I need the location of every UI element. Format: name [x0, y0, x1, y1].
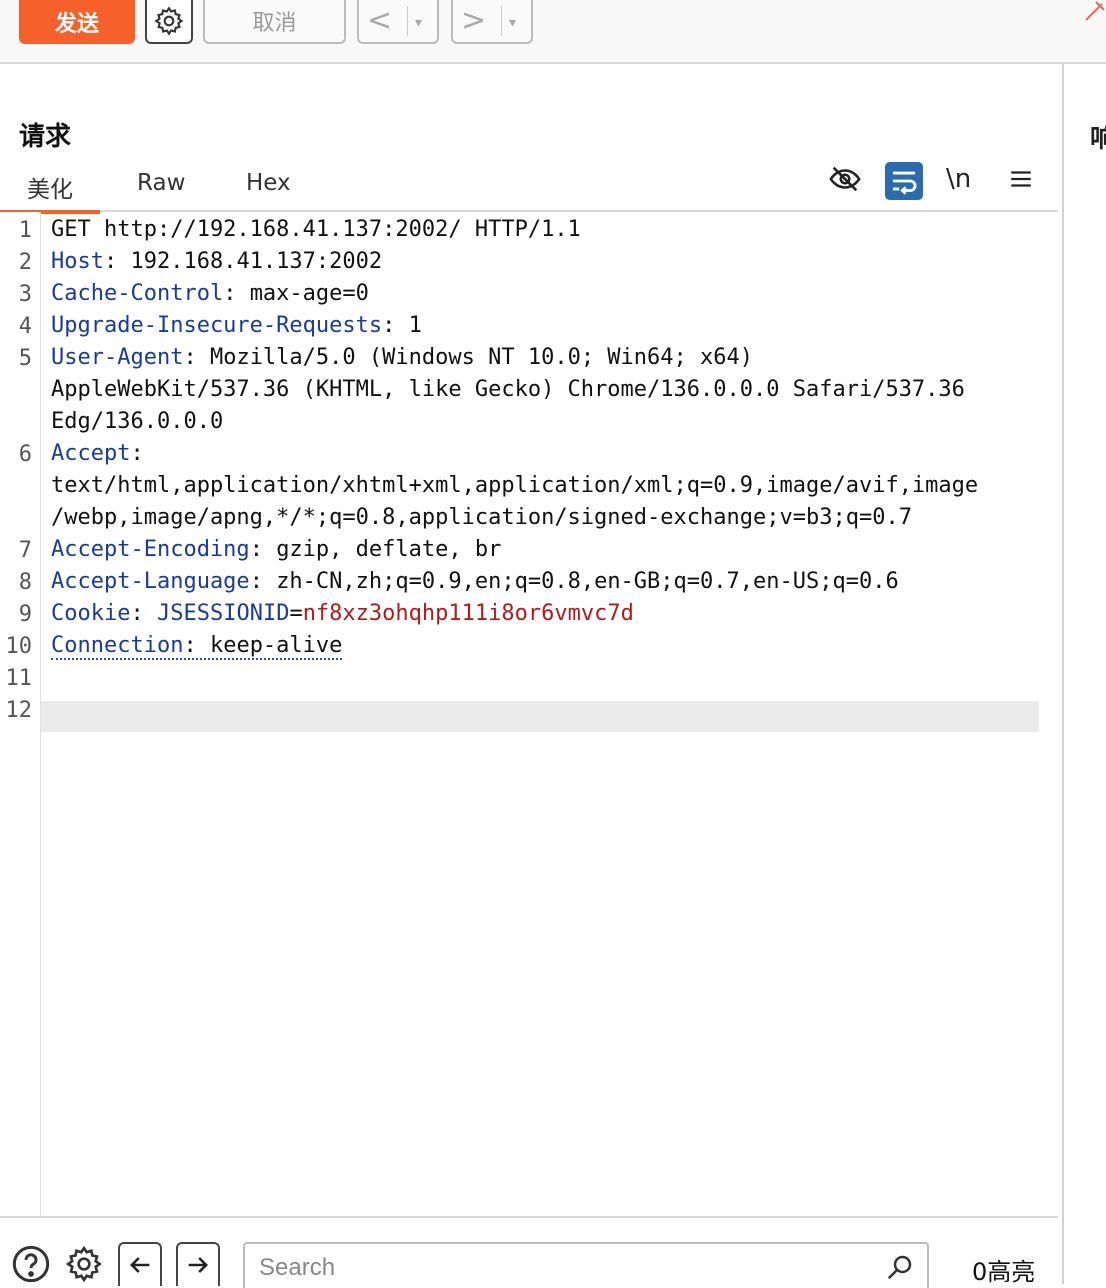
line-number: 7 — [18, 538, 32, 563]
help-icon[interactable] — [11, 1244, 51, 1284]
bottom-search-bar: 0高亮 — [0, 1216, 1058, 1288]
line-number: 5 — [18, 346, 32, 371]
line-number: 4 — [18, 314, 32, 339]
send-button[interactable]: 发送 — [19, 0, 135, 44]
gear-icon[interactable] — [64, 1244, 104, 1284]
search-icon[interactable] — [885, 1252, 915, 1282]
current-line-highlight — [41, 701, 1039, 732]
search-input[interactable] — [257, 1250, 871, 1286]
dropdown-arrow-icon[interactable]: ▾ — [415, 4, 422, 42]
history-back-button[interactable]: < ▾ — [357, 0, 439, 44]
next-match-button[interactable] — [176, 1242, 220, 1286]
tab-raw[interactable]: Raw — [137, 170, 185, 196]
header-continuation: AppleWebKit/537.36 (KHTML, like Gecko) C… — [51, 377, 965, 402]
line-number: 6 — [18, 442, 32, 467]
tab-pretty[interactable]: 美化 — [0, 170, 100, 214]
line-number: 8 — [18, 570, 32, 595]
history-forward-button[interactable]: > ▾ — [451, 0, 533, 44]
header-name: Upgrade-Insecure-Requests — [51, 313, 383, 338]
header-line: Accept: — [51, 441, 144, 466]
line-number: 9 — [18, 602, 32, 627]
line-number: 12 — [5, 698, 33, 723]
header-name: User-Agent — [51, 345, 184, 370]
edit-pencil-icon[interactable] — [1082, 0, 1106, 24]
tab-hex[interactable]: Hex — [246, 170, 291, 196]
previous-match-button[interactable] — [118, 1242, 162, 1286]
header-name: Cookie — [51, 601, 131, 626]
cookie-value: nf8xz3ohqhp111i8or6vmvc7d — [302, 601, 634, 626]
cookie-name: JSESSIONID — [156, 601, 290, 626]
header-line: Cache-Control: max-age=0 — [51, 281, 369, 306]
header-line: Cookie: JSESSIONID=nf8xz3ohqhp111i8or6vm… — [51, 601, 634, 626]
cancel-button[interactable]: 取消 — [203, 0, 346, 44]
header-continuation: /webp,image/apng,*/*;q=0.8,application/s… — [51, 505, 912, 530]
request-panel-title: 请求 — [19, 122, 72, 152]
request-line: GET http://192.168.41.137:2002/ HTTP/1.1 — [51, 217, 581, 242]
panel-divider[interactable] — [1062, 64, 1064, 1284]
header-name: Cache-Control — [51, 281, 224, 306]
header-line: Accept-Encoding: gzip, deflate, br — [51, 537, 502, 562]
word-wrap-icon[interactable] — [885, 162, 923, 200]
header-line: User-Agent: Mozilla/5.0 (Windows NT 10.0… — [51, 345, 754, 370]
line-number: 3 — [18, 282, 32, 307]
header-line: Connection: keep-alive — [51, 633, 343, 660]
highlight-count: 0高亮 — [972, 1258, 1036, 1286]
top-toolbar: 发送 取消 < ▾ > ▾ — [0, 0, 1106, 64]
header-name: Connection — [51, 633, 184, 658]
chevron-left-icon: < — [367, 3, 393, 38]
dropdown-arrow-icon[interactable]: ▾ — [509, 4, 516, 42]
search-box — [243, 1242, 929, 1288]
header-name: Accept-Encoding — [51, 537, 250, 562]
chevron-right-icon: > — [461, 3, 487, 38]
response-panel-title: 响 — [1090, 124, 1106, 154]
settings-button[interactable] — [145, 0, 193, 44]
header-name: Accept-Language — [51, 569, 250, 594]
gear-icon — [154, 6, 184, 36]
arrow-left-icon — [130, 1257, 150, 1273]
request-view-tabs: 美化 Raw Hex \n — [0, 160, 1058, 214]
arrow-right-icon — [188, 1257, 208, 1273]
request-editor[interactable]: 1 2 3 4 5 6 7 8 9 10 11 12 GET http://19… — [0, 212, 1058, 1216]
header-line: Upgrade-Insecure-Requests: 1 — [51, 313, 422, 338]
line-number: 2 — [18, 250, 32, 275]
header-line: Host: 192.168.41.137:2002 — [51, 249, 383, 274]
line-number: 11 — [5, 666, 33, 691]
line-number: 10 — [5, 634, 33, 659]
show-newlines-toggle[interactable]: \n — [946, 164, 971, 194]
line-number: 1 — [18, 218, 32, 243]
header-continuation: text/html,application/xhtml+xml,applicat… — [51, 473, 979, 498]
header-name: Host — [51, 249, 104, 274]
hamburger-menu-icon[interactable] — [1008, 162, 1034, 196]
eye-off-icon[interactable] — [828, 162, 862, 196]
header-continuation: Edg/136.0.0.0 — [51, 409, 224, 434]
header-line: Accept-Language: zh-CN,zh;q=0.9,en;q=0.8… — [51, 569, 899, 594]
header-name: Accept — [51, 441, 131, 466]
